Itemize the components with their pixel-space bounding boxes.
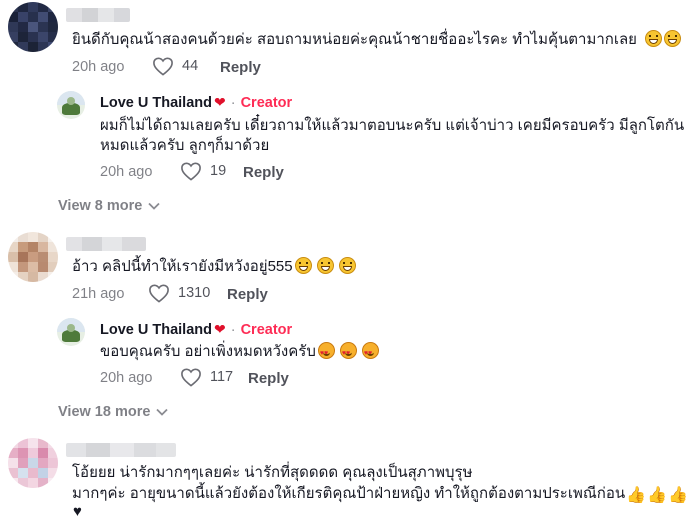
- creator-name-row: Love U Thailand ❤ · Creator: [100, 321, 292, 338]
- black-heart-emoji: ♥: [73, 503, 82, 520]
- creator-badge: Creator: [240, 94, 293, 111]
- chevron-down-icon: [156, 408, 169, 416]
- reply-text-line: ขอบคุณครับ อย่าเพิ่งหมดหวังครับ: [100, 341, 379, 365]
- like-count: 44: [182, 58, 199, 74]
- thumbs-up-emoji: 👍: [647, 487, 667, 504]
- thumbs-up-emoji: 👍: [626, 487, 647, 504]
- creator-name-row: Love U Thailand ❤ · Creator: [100, 94, 292, 111]
- commenter-avatar[interactable]: [8, 232, 58, 282]
- like-count: 117: [210, 369, 234, 385]
- like-count: 1310: [178, 285, 211, 301]
- separator-dot: ·: [230, 321, 236, 338]
- commenter-username-blurred[interactable]: [66, 443, 176, 457]
- heart-outline-icon: [181, 368, 201, 387]
- reply-timestamp: 20h ago: [100, 370, 153, 386]
- view-more-replies[interactable]: View 18 more: [58, 404, 169, 420]
- heart-outline-icon: [181, 162, 201, 181]
- view-more-label: View 8 more: [58, 198, 143, 214]
- comment-timestamp: 21h ago: [72, 286, 125, 302]
- commenter-avatar[interactable]: [8, 2, 58, 52]
- comment-text: ยินดีกับคุณน้าสองคนด้วยค่ะ สอบถามหน่อยค่…: [72, 29, 681, 51]
- heart-eyes-emoji: [317, 342, 335, 365]
- chevron-down-icon: [148, 202, 160, 210]
- view-more-label: View 18 more: [58, 404, 151, 420]
- red-heart-icon: ❤: [214, 321, 226, 337]
- view-more-replies[interactable]: View 8 more: [58, 198, 160, 214]
- like-count: 19: [210, 163, 227, 179]
- comment-text: อ้าว คลิปนี้ทำให้เรายังมีหวังอยู่555: [72, 256, 356, 278]
- like-button[interactable]: 117: [180, 367, 233, 387]
- creator-avatar[interactable]: [57, 91, 85, 119]
- heart-outline-icon: [149, 284, 169, 303]
- commenter-username-blurred[interactable]: [66, 237, 146, 251]
- grinning-emoji: [644, 30, 662, 47]
- creator-badge: Creator: [240, 321, 293, 338]
- grinning-emoji: [663, 30, 681, 47]
- heart-eyes-emoji: [361, 342, 379, 365]
- comment-text-line: โอ้ยยย น่ารักมากๆๆเลยค่ะ น่ารักที่สุดดดด…: [72, 464, 473, 481]
- reply-text-line: หมดแล้วครับ ลูกๆก็มาด้วย: [100, 137, 270, 154]
- reply-timestamp: 20h ago: [100, 164, 153, 180]
- grinning-emoji: [294, 257, 312, 274]
- like-button[interactable]: 1310: [148, 283, 210, 303]
- reply-button[interactable]: Reply: [227, 286, 268, 303]
- commenter-username-blurred[interactable]: [66, 8, 130, 22]
- thumbs-up-emoji: 👍: [667, 487, 688, 504]
- commenter-avatar[interactable]: [8, 438, 58, 488]
- separator-dot: ·: [230, 94, 236, 111]
- reply-text-line: ผมก็ไม่ได้ถามเลยครับ เดี๋ยวถามให้แล้วมาต…: [100, 117, 685, 134]
- comment-timestamp: 20h ago: [72, 59, 125, 75]
- reply-button[interactable]: Reply: [220, 59, 261, 76]
- reply-button[interactable]: Reply: [248, 370, 289, 387]
- like-button[interactable]: 44: [152, 56, 198, 76]
- heart-outline-icon: [153, 57, 173, 76]
- grinning-emoji: [338, 257, 356, 274]
- grinning-emoji: [316, 257, 334, 274]
- reply-button[interactable]: Reply: [243, 164, 284, 181]
- heart-eyes-emoji: [339, 342, 357, 365]
- creator-name[interactable]: Love U Thailand: [100, 322, 212, 338]
- comment-text-line: มากๆค่ะ อายุขนาดนี้แล้วยังต้องให้เกียรติ…: [72, 483, 688, 507]
- creator-avatar[interactable]: [57, 318, 85, 346]
- creator-name[interactable]: Love U Thailand: [100, 95, 212, 111]
- like-button[interactable]: 19: [180, 161, 226, 181]
- red-heart-icon: ❤: [214, 94, 226, 110]
